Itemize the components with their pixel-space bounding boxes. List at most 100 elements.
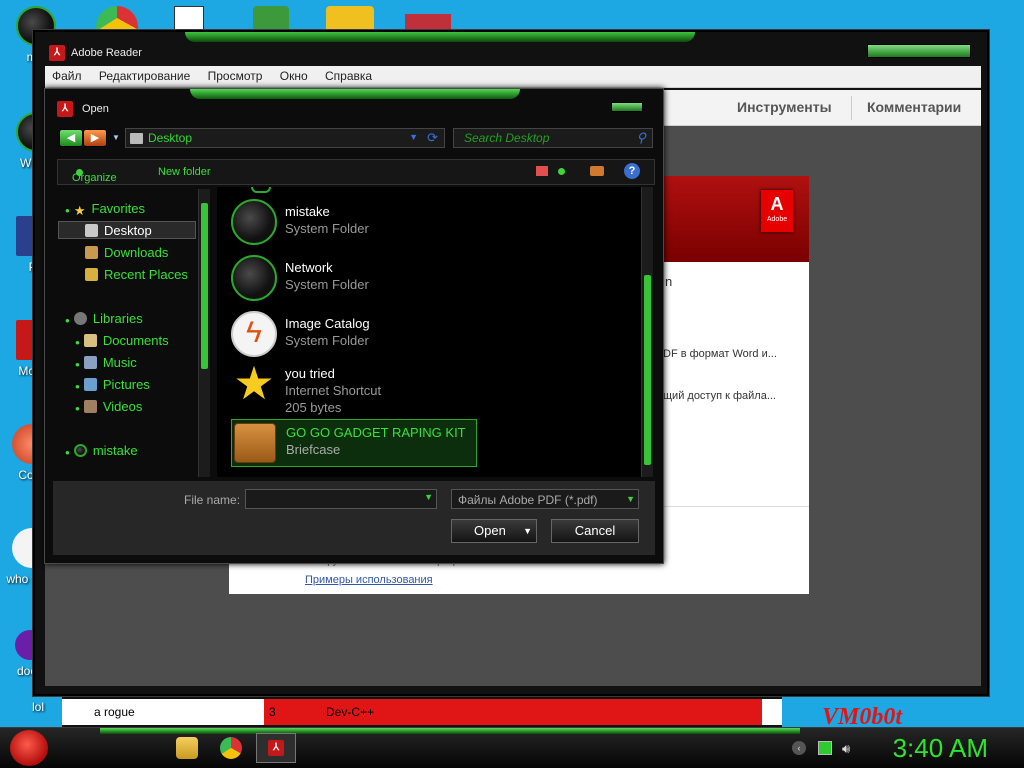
address-text: Desktop bbox=[148, 131, 193, 145]
menu-edit[interactable]: Редактирование bbox=[92, 66, 197, 83]
comments-button[interactable]: Комментарии bbox=[867, 99, 961, 115]
nav-label: Recent Places bbox=[104, 267, 188, 282]
open-dialog: ⅄ Open ◀ ▶ ▼ Desktop ▼ ⟳ Search Desktop … bbox=[44, 88, 664, 564]
start-button[interactable] bbox=[10, 730, 48, 766]
music-icon bbox=[83, 356, 97, 369]
view-icon[interactable] bbox=[536, 166, 548, 176]
history-dropdown-icon[interactable]: ▼ bbox=[112, 133, 120, 142]
chrome-icon[interactable] bbox=[96, 6, 138, 30]
nav-videos[interactable]: ● Videos bbox=[75, 399, 142, 414]
nav-music[interactable]: ● Music bbox=[75, 355, 137, 370]
dropdown-arrow-icon: ▼ bbox=[626, 494, 635, 504]
dialog-controls[interactable] bbox=[611, 102, 643, 112]
user-folder-icon bbox=[231, 199, 277, 245]
nav-documents[interactable]: ● Documents bbox=[75, 333, 169, 348]
refresh-icon[interactable]: ⟳ bbox=[427, 130, 438, 146]
nav-label: Favorites bbox=[91, 201, 145, 216]
file-type: Briefcase bbox=[286, 442, 341, 457]
nav-label: mistake bbox=[92, 443, 138, 458]
app-icon[interactable] bbox=[405, 14, 451, 30]
menu-window[interactable]: Окно bbox=[273, 66, 315, 83]
panel-text: щий доступ к файла... bbox=[663, 390, 776, 402]
volume-icon[interactable]: 🔊︎ bbox=[842, 741, 856, 756]
nav-label: Desktop bbox=[104, 223, 152, 238]
videos-icon bbox=[83, 400, 97, 413]
expand-icon: ● bbox=[75, 404, 80, 413]
new-folder-button[interactable]: New folder bbox=[158, 166, 211, 178]
nav-desktop[interactable]: Desktop bbox=[85, 223, 152, 238]
desktop-label: lol bbox=[32, 700, 45, 714]
files-scrollbar[interactable] bbox=[641, 187, 653, 477]
clock[interactable]: 3:40 AM bbox=[893, 733, 988, 764]
nav-recent-places[interactable]: Recent Places bbox=[85, 267, 188, 282]
adobe-logo: A Adobe bbox=[761, 190, 793, 232]
partial-item bbox=[251, 187, 271, 193]
file-name: GO GO GADGET RAPING KIT bbox=[286, 425, 466, 440]
file-list: mistake System Folder Network System Fol… bbox=[217, 187, 653, 477]
reader-taskbar-button[interactable]: ⅄ bbox=[256, 733, 296, 763]
organize-button[interactable]: Organize bbox=[72, 166, 117, 184]
forward-button[interactable]: ▶ bbox=[83, 129, 107, 147]
file-name: you tried bbox=[285, 366, 335, 381]
wallpaper-strip-white: a rogue bbox=[62, 697, 264, 727]
scroll-thumb[interactable] bbox=[201, 203, 208, 369]
file-name-label: File name: bbox=[184, 493, 241, 507]
libraries-icon bbox=[73, 312, 87, 325]
nav-label: Documents bbox=[102, 333, 169, 348]
address-bar[interactable]: Desktop ▼ ⟳ bbox=[125, 128, 445, 148]
expand-icon: ● bbox=[75, 360, 80, 369]
menu-help[interactable]: Справка bbox=[318, 66, 379, 83]
nav-favorites[interactable]: ● ★ Favorites bbox=[65, 201, 145, 218]
view-dropdown-icon[interactable] bbox=[558, 168, 565, 175]
file-item[interactable]: Network System Folder bbox=[231, 255, 471, 303]
nav-libraries[interactable]: ● Libraries bbox=[65, 311, 143, 326]
menu-file[interactable]: Файл bbox=[45, 66, 89, 83]
wallpaper-strip-white2 bbox=[762, 697, 782, 727]
file-item[interactable]: mistake System Folder bbox=[231, 199, 471, 247]
preview-pane-icon[interactable] bbox=[590, 166, 604, 176]
network-tray-icon[interactable] bbox=[818, 741, 832, 755]
shield-icon[interactable] bbox=[253, 6, 289, 30]
expand-icon: ● bbox=[65, 316, 70, 325]
open-button[interactable]: Open ▼ bbox=[451, 519, 537, 543]
nav-downloads[interactable]: Downloads bbox=[85, 245, 168, 260]
help-icon[interactable]: ? bbox=[624, 163, 640, 179]
search-icon[interactable]: ⚲ bbox=[636, 130, 646, 146]
search-input[interactable]: Search Desktop ⚲ bbox=[453, 128, 653, 148]
angry-birds-icon[interactable] bbox=[326, 6, 374, 30]
nav-mistake[interactable]: ● mistake bbox=[65, 443, 138, 458]
star-shortcut-icon: ★ bbox=[233, 357, 275, 409]
file-type-filter[interactable]: Файлы Adobe PDF (*.pdf) ▼ bbox=[451, 489, 639, 509]
panel-text: DF в формат Word и... bbox=[663, 348, 777, 360]
file-type: System Folder bbox=[285, 221, 369, 236]
star-icon: ★ bbox=[73, 203, 86, 218]
examples-link[interactable]: Примеры использования bbox=[305, 574, 433, 586]
nav-scrollbar[interactable] bbox=[198, 189, 210, 477]
chrome-taskbar-icon[interactable] bbox=[220, 737, 242, 759]
show-hidden-icons[interactable]: ‹ bbox=[792, 741, 806, 755]
cancel-button[interactable]: Cancel bbox=[551, 519, 639, 543]
open-dropdown-icon[interactable]: ▼ bbox=[523, 520, 532, 542]
file-type: System Folder bbox=[285, 277, 369, 292]
window-controls[interactable] bbox=[867, 44, 971, 58]
downloads-icon bbox=[85, 246, 98, 259]
file-item[interactable]: ϟ Image Catalog System Folder bbox=[231, 311, 471, 359]
scroll-thumb[interactable] bbox=[644, 275, 651, 465]
desktop-label: 3 bbox=[269, 705, 276, 719]
cards-icon[interactable] bbox=[174, 6, 204, 30]
back-button[interactable]: ◀ bbox=[59, 129, 83, 147]
file-name: Image Catalog bbox=[285, 316, 370, 331]
dropdown-arrow-icon[interactable]: ▼ bbox=[424, 492, 433, 502]
file-item[interactable]: ★ you tried Internet Shortcut 205 bytes bbox=[231, 357, 471, 417]
nav-label: Pictures bbox=[102, 377, 150, 392]
title-glow bbox=[185, 32, 695, 42]
address-dropdown-icon[interactable]: ▼ bbox=[409, 132, 418, 142]
explorer-taskbar-icon[interactable] bbox=[176, 737, 198, 759]
tools-button[interactable]: Инструменты bbox=[737, 99, 832, 115]
file-item-selected[interactable]: GO GO GADGET RAPING KIT Briefcase bbox=[231, 419, 477, 467]
file-name-input[interactable]: ▼ bbox=[245, 489, 437, 509]
menu-view[interactable]: Просмотр bbox=[201, 66, 270, 83]
network-icon bbox=[231, 255, 277, 301]
pictures-icon bbox=[83, 378, 97, 391]
nav-pictures[interactable]: ● Pictures bbox=[75, 377, 150, 392]
